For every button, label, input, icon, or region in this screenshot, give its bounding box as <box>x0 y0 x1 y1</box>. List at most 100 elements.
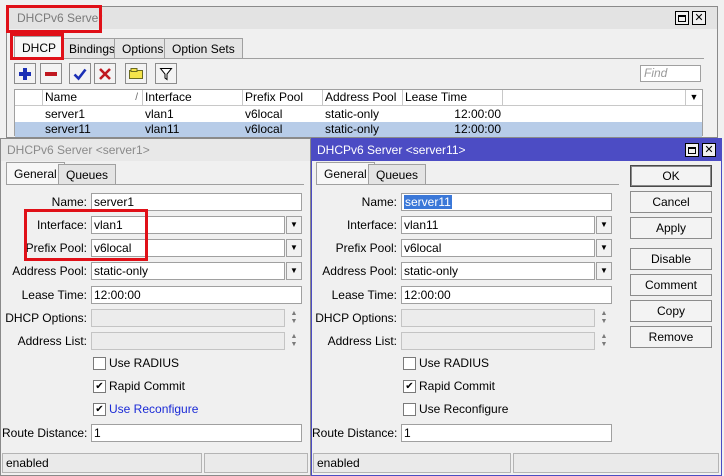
copy-button[interactable]: Copy <box>630 300 712 322</box>
d1-lease-time-input[interactable]: 12:00:00 <box>91 286 302 304</box>
d1-address-pool-dropdown-icon[interactable]: ▼ <box>286 262 302 280</box>
d2-route-distance-input[interactable]: 1 <box>401 424 612 442</box>
disable-button[interactable] <box>94 63 116 84</box>
col-name[interactable]: Name / <box>43 90 143 106</box>
comment-icon <box>129 67 143 79</box>
d1-address-pool-select[interactable]: static-only <box>91 262 285 280</box>
remove-button[interactable]: Remove <box>630 326 712 348</box>
col-marker[interactable] <box>15 90 43 106</box>
columns-dropdown-icon[interactable]: ▼ <box>686 90 702 106</box>
tab-dhcp[interactable]: DHCP <box>14 36 65 58</box>
d2-maximize-icon[interactable] <box>685 143 699 157</box>
d1-use-radius-label: Use RADIUS <box>109 356 180 370</box>
apply-button[interactable]: Apply <box>630 217 712 239</box>
d2-address-list-input[interactable] <box>401 332 595 350</box>
d2-lease-time-label: Lease Time: <box>331 288 397 302</box>
tab-options[interactable]: Options <box>114 38 172 58</box>
d2-use-reconfigure-label: Use Reconfigure <box>419 402 509 416</box>
d2-address-pool-dropdown-icon[interactable]: ▼ <box>596 262 612 280</box>
d1-prefix-pool-dropdown-icon[interactable]: ▼ <box>286 239 302 257</box>
col-address-pool[interactable]: Address Pool <box>323 90 403 106</box>
cell-name: server11 <box>45 122 91 136</box>
main-window-title: DHCPv6 Server <box>17 11 103 25</box>
d2-address-pool-select[interactable]: static-only <box>401 262 595 280</box>
d2-name-input[interactable]: server11 <box>401 193 612 211</box>
tab-option-sets[interactable]: Option Sets <box>164 38 243 58</box>
d1-address-list-input[interactable] <box>91 332 285 350</box>
d1-tab-queues[interactable]: Queues <box>58 164 117 184</box>
table-row[interactable]: server1 vlan1 v6local static-only 12:00:… <box>15 107 702 122</box>
d2-status-bar: enabled <box>313 453 511 473</box>
d1-prefix-pool-select[interactable]: v6local <box>91 239 285 257</box>
d2-address-list-spinner-icon[interactable]: ▲ ▼ <box>597 332 611 350</box>
d1-interface-select[interactable]: vlan1 <box>91 216 285 234</box>
main-titlebar[interactable]: DHCPv6 Server ✕ <box>7 7 717 29</box>
filter-button[interactable] <box>155 63 177 84</box>
d2-use-radius-checkbox[interactable] <box>403 357 416 370</box>
comment-button[interactable] <box>125 63 147 84</box>
d2-tab-general-label: General <box>324 166 367 181</box>
d2-prefix-pool-dropdown-icon[interactable]: ▼ <box>596 239 612 257</box>
find-input[interactable]: Find <box>640 65 701 82</box>
col-prefix-pool-label: Prefix Pool <box>245 90 304 104</box>
d1-address-pool-label: Address Pool: <box>12 264 87 278</box>
d2-interface-label: Interface: <box>346 218 397 232</box>
d1-use-radius-checkbox[interactable] <box>93 357 106 370</box>
d2-prefix-pool-select[interactable]: v6local <box>401 239 595 257</box>
server1-titlebar[interactable]: DHCPv6 Server <server1> <box>1 139 310 161</box>
d2-rapid-commit-checkbox[interactable]: ✔ <box>403 380 416 393</box>
cell-lease-time: 12:00:00 <box>454 122 501 136</box>
remove-button[interactable] <box>40 63 62 84</box>
d1-tab-general[interactable]: General <box>6 162 65 184</box>
col-prefix-pool[interactable]: Prefix Pool <box>243 90 323 106</box>
d1-dhcp-options-input[interactable] <box>91 309 285 327</box>
add-button[interactable] <box>14 63 36 84</box>
d1-rapid-commit-check-icon: ✔ <box>95 380 104 392</box>
d2-tab-general[interactable]: General <box>316 162 375 184</box>
col-filler <box>503 90 686 106</box>
d2-dhcp-options-spinner-icon[interactable]: ▲ ▼ <box>597 309 611 327</box>
plus-icon <box>19 67 31 80</box>
d2-tab-queues[interactable]: Queues <box>368 164 427 184</box>
d1-rapid-commit-checkbox[interactable]: ✔ <box>93 380 106 393</box>
d2-dhcp-options-input[interactable] <box>401 309 595 327</box>
x-icon <box>99 67 111 80</box>
col-interface[interactable]: Interface <box>143 90 243 106</box>
close-icon[interactable]: ✕ <box>692 11 706 25</box>
enable-button[interactable] <box>69 63 91 84</box>
d1-dhcp-options-spinner-icon[interactable]: ▲ ▼ <box>287 309 301 327</box>
cell-address-pool: static-only <box>325 122 380 136</box>
ok-button[interactable]: OK <box>630 165 712 187</box>
d2-status-bar-right <box>513 453 719 473</box>
server11-titlebar[interactable]: DHCPv6 Server <server11> ✕ <box>312 139 721 161</box>
d2-interface-dropdown-icon[interactable]: ▼ <box>596 216 612 234</box>
d2-use-reconfigure-checkbox[interactable] <box>403 403 416 416</box>
d1-interface-dropdown-icon[interactable]: ▼ <box>286 216 302 234</box>
comment-button[interactable]: Comment <box>630 274 712 296</box>
col-lease-time[interactable]: Lease Time <box>403 90 503 106</box>
cell-address-pool: static-only <box>325 107 380 121</box>
cell-interface: vlan1 <box>145 107 174 121</box>
cancel-button[interactable]: Cancel <box>630 191 712 213</box>
d1-route-distance-input[interactable]: 1 <box>91 424 302 442</box>
tab-dhcp-label: DHCP <box>22 40 57 55</box>
d1-address-list-spinner-icon[interactable]: ▲ ▼ <box>287 332 301 350</box>
table-row[interactable]: server11 vlan11 v6local static-only 12:0… <box>15 122 702 137</box>
tab-underline <box>14 58 704 59</box>
d2-tab-underline <box>316 184 619 185</box>
d2-name-label: Name: <box>361 195 397 209</box>
d1-status-bar: enabled <box>2 453 202 473</box>
d2-address-list-label: Address List: <box>327 334 397 348</box>
d2-interface-select[interactable]: vlan11 <box>401 216 595 234</box>
d1-dhcp-options-label: DHCP Options: <box>5 311 87 325</box>
cell-lease-time: 12:00:00 <box>454 107 501 121</box>
d2-lease-time-input[interactable]: 12:00:00 <box>401 286 612 304</box>
d2-rapid-commit-check-icon: ✔ <box>405 380 414 392</box>
d1-prefix-pool-label: Prefix Pool: <box>25 241 87 255</box>
d2-close-icon[interactable]: ✕ <box>702 143 716 157</box>
maximize-icon[interactable] <box>675 11 689 25</box>
disable-button[interactable]: Disable <box>630 248 712 270</box>
d2-name-selected-text: server11 <box>404 195 452 209</box>
d1-name-input[interactable]: server1 <box>91 193 302 211</box>
d1-use-reconfigure-checkbox[interactable]: ✔ <box>93 403 106 416</box>
